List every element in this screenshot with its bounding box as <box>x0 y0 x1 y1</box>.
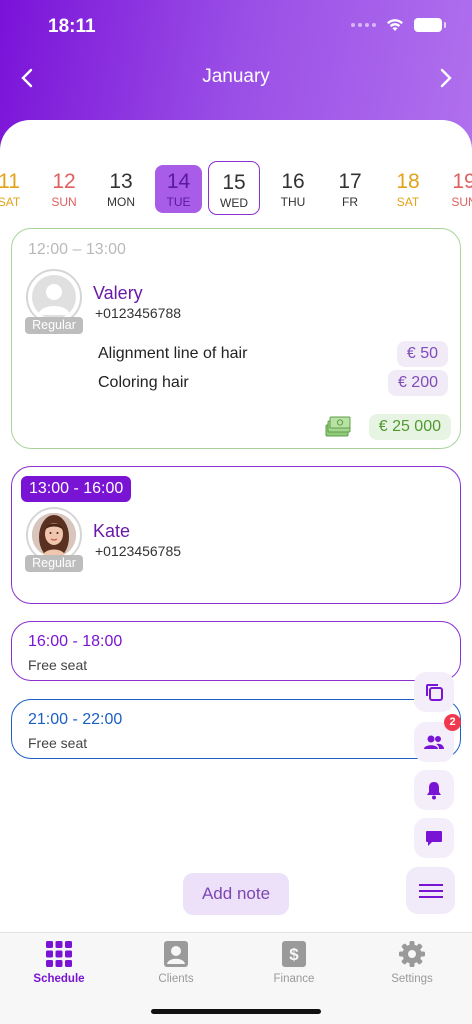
copy-icon <box>426 684 443 701</box>
day-11[interactable]: 11 SAT <box>0 161 35 215</box>
day-strip[interactable]: 11 SAT 12 SUN 13 MON 14 TUE 15 WED 16 THU 17 FR… <box>0 161 472 217</box>
appointment-time: 13:00 - 16:00 <box>21 476 132 502</box>
tab-finance[interactable]: $ Finance <box>249 939 339 985</box>
status-time: 18:11 <box>48 16 96 37</box>
home-indicator <box>151 1009 321 1014</box>
day-12[interactable]: 12 SUN <box>38 161 90 215</box>
grid-icon <box>46 941 72 967</box>
status-icons <box>351 18 446 32</box>
people-icon <box>424 735 444 749</box>
notification-badge: 2 <box>444 714 461 731</box>
clients-queue-button[interactable]: 2 <box>414 714 461 762</box>
bell-icon <box>427 782 441 800</box>
client-phone[interactable]: +0123456785 <box>95 543 181 559</box>
battery-icon <box>414 18 446 32</box>
svg-text:$: $ <box>289 945 299 964</box>
dollar-icon: $ <box>282 941 306 967</box>
day-16[interactable]: 16 THU <box>267 161 319 215</box>
menu-button[interactable] <box>406 867 455 914</box>
client-photo <box>32 513 76 557</box>
next-month-button[interactable] <box>431 64 461 94</box>
free-slot-card[interactable]: 21:00 - 22:00 Free seat <box>11 699 461 759</box>
client-tag: Regular <box>25 555 83 572</box>
appointment-card[interactable]: 12:00 – 13:00 Regular Valery +0123456788… <box>11 228 461 449</box>
day-15-today[interactable]: 15 WED <box>208 161 260 215</box>
tab-clients[interactable]: Clients <box>131 939 221 985</box>
total-amount: € 25 000 <box>368 414 451 440</box>
menu-icon <box>418 883 443 898</box>
appointment-time: 12:00 – 13:00 <box>28 241 126 258</box>
signal-icon <box>351 23 376 27</box>
day-19[interactable]: 19SUN <box>438 161 472 215</box>
service-price: € 50 <box>396 341 448 367</box>
service-price: € 200 <box>387 370 448 396</box>
tab-settings[interactable]: Settings <box>367 939 457 985</box>
month-title: January <box>202 66 270 87</box>
chat-button[interactable] <box>414 818 454 858</box>
slot-time: 16:00 - 18:00 <box>28 633 123 650</box>
service-name: Coloring hair <box>98 374 189 391</box>
client-tag: Regular <box>25 317 83 334</box>
person-card-icon <box>164 941 188 967</box>
wifi-icon <box>387 19 403 31</box>
tab-schedule[interactable]: Schedule <box>14 939 104 985</box>
chat-icon <box>426 831 442 846</box>
slot-time: 21:00 - 22:00 <box>28 711 123 728</box>
appointment-card[interactable]: 13:00 - 16:00 Regular Kate +0123456785 <box>11 466 461 604</box>
copy-button[interactable] <box>414 672 454 712</box>
client-phone[interactable]: +0123456788 <box>95 305 181 321</box>
chevron-right-icon <box>440 68 452 88</box>
avatar-placeholder-icon <box>32 275 76 319</box>
money-icon <box>325 416 351 437</box>
client-name[interactable]: Kate <box>93 521 130 542</box>
add-note-button[interactable]: Add note <box>183 873 289 915</box>
day-17[interactable]: 17 FR <box>324 161 376 215</box>
gear-icon <box>399 941 425 967</box>
day-18[interactable]: 18 SAT <box>382 161 434 215</box>
day-14-selected[interactable]: 14 TUE <box>155 165 202 213</box>
free-seat-label: Free seat <box>28 657 88 673</box>
client-name[interactable]: Valery <box>93 283 143 304</box>
service-name: Alignment line of hair <box>98 345 248 362</box>
free-slot-card[interactable]: 16:00 - 18:00 Free seat <box>11 621 461 681</box>
day-13[interactable]: 13 MON <box>95 161 147 215</box>
free-seat-label: Free seat <box>28 735 88 751</box>
notifications-button[interactable] <box>414 770 454 810</box>
